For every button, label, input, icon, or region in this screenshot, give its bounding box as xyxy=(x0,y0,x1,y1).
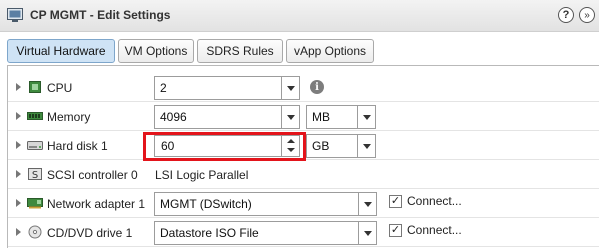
expand-row-icon[interactable] xyxy=(16,228,21,236)
hard-disk-highlight-box xyxy=(143,132,306,161)
dropdown-arrow-icon[interactable] xyxy=(358,193,376,215)
tab-virtual-hardware[interactable]: Virtual Hardware xyxy=(7,39,115,63)
network-label: Network adapter 1 xyxy=(47,197,146,211)
tab-vapp-options[interactable]: vApp Options xyxy=(286,39,374,63)
expand-row-icon[interactable] xyxy=(16,199,21,207)
hard-disk-unit-select[interactable]: GB xyxy=(306,134,376,158)
network-card-icon xyxy=(27,198,43,209)
memory-label: Memory xyxy=(47,110,91,124)
cpu-count-value: 2 xyxy=(160,81,167,95)
network-value: MGMT (DSwitch) xyxy=(160,197,252,211)
tab-vm-options[interactable]: VM Options xyxy=(118,39,194,63)
dropdown-arrow-icon[interactable] xyxy=(357,135,375,157)
network-select[interactable]: MGMT (DSwitch) xyxy=(154,192,377,216)
virtual-hardware-panel: CPU 2 i Memory 4096 MB Hard disk 1 60 GB… xyxy=(7,65,599,248)
hardware-row-cdrom: CD/DVD drive 1 Datastore ISO File ✓ Conn… xyxy=(8,218,599,247)
expand-row-icon[interactable] xyxy=(16,170,21,178)
cdrom-label: CD/DVD drive 1 xyxy=(47,226,133,240)
window-titlebar: CP MGMT - Edit Settings ? » xyxy=(0,0,599,32)
help-icon[interactable]: ? xyxy=(558,7,574,23)
memory-size-value: 4096 xyxy=(160,110,187,124)
cpu-label: CPU xyxy=(47,81,73,95)
memory-module-icon xyxy=(27,112,43,120)
hard-disk-unit-value: GB xyxy=(312,139,330,153)
hardware-row-network: Network adapter 1 MGMT (DSwitch) ✓ Conne… xyxy=(8,189,599,218)
dropdown-arrow-icon[interactable] xyxy=(281,106,299,128)
scsi-type-value: LSI Logic Parallel xyxy=(155,168,249,182)
cdrom-source-value: Datastore ISO File xyxy=(160,226,259,240)
network-connect-checkbox[interactable]: ✓ xyxy=(389,195,402,208)
svg-text:S: S xyxy=(32,170,38,181)
memory-unit-value: MB xyxy=(312,110,330,124)
dropdown-arrow-icon[interactable] xyxy=(281,77,299,99)
window-title: CP MGMT - Edit Settings xyxy=(30,8,171,22)
expand-row-icon[interactable] xyxy=(16,83,21,91)
hardware-row-cpu: CPU 2 i xyxy=(8,73,599,102)
info-icon[interactable]: i xyxy=(310,80,324,94)
tab-sdrs-rules[interactable]: SDRS Rules xyxy=(197,39,283,63)
hard-disk-label: Hard disk 1 xyxy=(47,139,108,153)
hardware-row-scsi: S SCSI controller 0 LSI Logic Parallel xyxy=(8,160,599,189)
cpu-chip-icon xyxy=(29,81,41,93)
cpu-count-select[interactable]: 2 xyxy=(154,76,300,100)
scsi-controller-icon: S xyxy=(28,168,42,181)
dropdown-arrow-icon[interactable] xyxy=(357,106,375,128)
cdrom-source-select[interactable]: Datastore ISO File xyxy=(154,221,377,245)
dropdown-arrow-icon[interactable] xyxy=(358,222,376,244)
expand-row-icon[interactable] xyxy=(16,112,21,120)
network-connect-label[interactable]: Connect... xyxy=(407,194,462,208)
cd-dvd-icon xyxy=(28,225,42,239)
hard-disk-icon xyxy=(27,141,43,150)
cdrom-connect-label[interactable]: Connect... xyxy=(407,223,462,237)
expand-icon[interactable]: » xyxy=(579,7,595,23)
scsi-label: SCSI controller 0 xyxy=(47,168,138,182)
expand-row-icon[interactable] xyxy=(16,141,21,149)
memory-unit-select[interactable]: MB xyxy=(306,105,376,129)
memory-size-select[interactable]: 4096 xyxy=(154,105,300,129)
hardware-row-memory: Memory 4096 MB xyxy=(8,102,599,131)
vm-icon xyxy=(7,8,23,22)
cdrom-connect-checkbox[interactable]: ✓ xyxy=(389,224,402,237)
